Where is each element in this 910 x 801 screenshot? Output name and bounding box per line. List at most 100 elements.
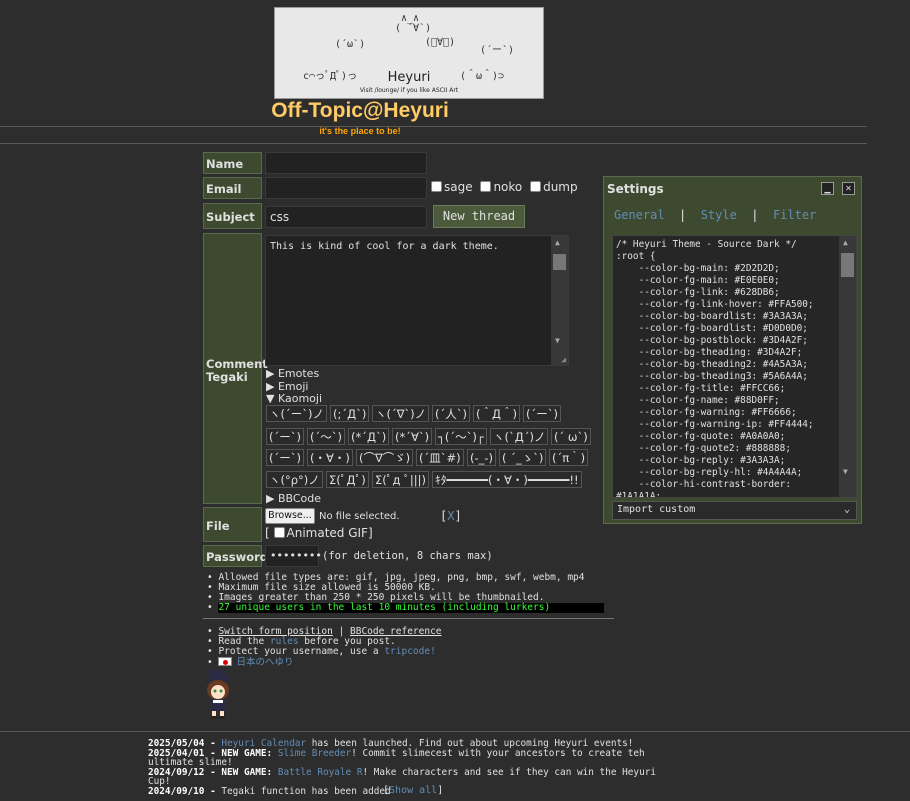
kaomoji-button[interactable]: (⌒∇⌒ゞ)	[356, 449, 414, 466]
email-options: sage noko dump	[431, 180, 578, 194]
sage-label: sage	[444, 180, 473, 194]
css-line: --color-fg-boardlist: #D0D0D0;	[616, 323, 808, 334]
kaomoji-button[interactable]: (´ー`)	[266, 428, 304, 445]
show-all-link[interactable]: Show all	[389, 785, 437, 796]
subject-input[interactable]: css	[265, 206, 427, 228]
comment-text: This is kind of cool for a dark theme.	[270, 241, 499, 252]
kaomoji-button[interactable]: (´ー`)	[266, 449, 304, 466]
file-clear-link[interactable]: X	[447, 509, 454, 523]
kaomoji-button[interactable]: (-_-)	[467, 449, 497, 466]
new-thread-button[interactable]: New thread	[433, 205, 525, 228]
import-custom-select[interactable]: Import custom ⌄	[612, 501, 857, 520]
kaomoji-button[interactable]: (´ ω`)	[551, 428, 591, 445]
scroll-up-icon[interactable]: ▲	[555, 238, 560, 247]
users-online-row: • 27 unique users in the last 10 minutes…	[207, 603, 605, 613]
emotes-label: Emotes	[277, 367, 320, 380]
kaomoji-button[interactable]: ヽ(°ρ°)ノ	[266, 471, 323, 488]
emotes-toggle[interactable]: ▶ Emotes	[266, 367, 319, 380]
tripcode-link[interactable]: tripcode!	[384, 646, 435, 657]
comment-textarea[interactable]: This is kind of cool for a dark theme. ▲…	[265, 235, 569, 366]
scroll-down-icon[interactable]: ▼	[843, 467, 848, 476]
ascii-art: ∧_∧ ( ´∀`)	[395, 13, 432, 34]
browse-button[interactable]: Browse...	[265, 508, 315, 524]
css-line: --color-fg-quote: #A0A0A0;	[616, 431, 786, 442]
news-link[interactable]: Slime Breeder	[278, 748, 351, 759]
file-label: File	[203, 507, 262, 542]
name-input[interactable]	[265, 152, 427, 174]
kaomoji-button[interactable]: (´ー`)	[523, 405, 561, 422]
tab-filter[interactable]: Filter	[773, 208, 816, 222]
rules-list: Allowed file types are: gif, jpg, jpeg, …	[207, 573, 584, 603]
kaomoji-button[interactable]: (・∀・)	[307, 449, 353, 466]
mascot-image	[206, 670, 230, 719]
kaomoji-button[interactable]: ┐(´～`)┌	[435, 428, 487, 445]
tegaki-label: Tegaki	[206, 370, 248, 384]
file-clear[interactable]: [X]	[440, 509, 462, 523]
kaomoji-button[interactable]: ｷﾀ━━━━━━(・∀・)━━━━━━!!	[432, 471, 582, 488]
divider	[203, 618, 614, 619]
email-label: Email	[203, 177, 262, 199]
noko-label: noko	[493, 180, 523, 194]
divider	[0, 143, 867, 144]
kaomoji-button[interactable]: Σ(ﾟДﾟ)	[326, 471, 369, 488]
kaomoji-button[interactable]: ヽ(´ー`)ノ	[266, 405, 327, 422]
kaomoji-button[interactable]: ヽ(`Д´)ノ	[490, 428, 549, 445]
scroll-thumb[interactable]	[841, 253, 854, 277]
tab-style[interactable]: Style	[701, 208, 737, 222]
japanese-site-link[interactable]: 日本のへゆり	[236, 657, 293, 668]
scroll-up-icon[interactable]: ▲	[843, 238, 848, 247]
css-line: /* Heyuri Theme - Source Dark */	[616, 239, 797, 250]
kaomoji-toggle[interactable]: ▼ Kaomoji	[266, 392, 322, 405]
scroll-down-icon[interactable]: ▼	[555, 336, 560, 345]
ascii-art: (´ー`)	[480, 45, 515, 56]
bbcode-label: BBCode	[277, 492, 322, 505]
scroll-thumb[interactable]	[553, 254, 566, 270]
noko-checkbox[interactable]	[480, 181, 492, 192]
css-line: --color-bg-postblock: #3D4A2F;	[616, 335, 808, 346]
kaomoji-button[interactable]: (＾Д＾)	[473, 405, 520, 422]
css-line: --color-bg-main: #2D2D2D;	[616, 263, 780, 274]
custom-css-textarea[interactable]: /* Heyuri Theme - Source Dark */:root { …	[612, 235, 857, 498]
resize-handle-icon[interactable]: ◢	[561, 355, 566, 364]
css-scrollbar[interactable]: ▲ ▼	[839, 236, 856, 497]
css-line: --color-hi-contrast-border:	[616, 479, 791, 490]
kaomoji-button[interactable]: (´～`)	[307, 428, 345, 445]
minimize-icon[interactable]: ▁	[821, 182, 834, 195]
animated-gif-label: Animated GIF	[286, 526, 368, 540]
kaomoji-button[interactable]: (*´∀`)	[392, 428, 433, 445]
kaomoji-button[interactable]: Σ(ﾟд ﾟ|||)	[372, 471, 429, 488]
animated-gif-option: [ Animated GIF]	[265, 526, 373, 540]
ascii-art: (ﾟ∀ﾟ)	[425, 37, 456, 48]
comment-label: Comment	[206, 357, 268, 371]
password-label: Password	[203, 545, 268, 567]
email-input[interactable]	[265, 177, 427, 199]
css-line: --color-bg-theading2: #4A5A3A;	[616, 359, 808, 370]
kaomoji-button[interactable]: (´人`)	[432, 405, 470, 422]
kaomoji-button[interactable]: (´π｀)	[549, 449, 589, 466]
kaomoji-label: Kaomoji	[277, 392, 323, 405]
close-icon[interactable]: ✕	[842, 182, 855, 195]
kaomoji-button[interactable]: ( ´_ゝ`)	[499, 449, 547, 466]
sage-checkbox[interactable]	[431, 181, 442, 192]
news-link[interactable]: Battle Royale R	[278, 767, 363, 778]
css-line: --color-fg-name: #88D0FF;	[616, 395, 780, 406]
comment-scrollbar[interactable]: ▲ ▼	[551, 236, 568, 365]
ascii-art: (´ω`)	[335, 39, 366, 50]
link-item: 日本のへゆり	[207, 657, 442, 668]
comment-tegaki-label: Comment Tegaki	[203, 233, 268, 504]
kaomoji-button[interactable]: (´皿`#)	[416, 449, 464, 466]
kaomoji-button[interactable]: ヽ(´∇`)ノ	[372, 405, 430, 422]
users-online: 27 unique users in the last 10 minutes (…	[218, 603, 605, 613]
banner-image[interactable]: ∧_∧ ( ´∀`) (´ω`) (ﾟ∀ﾟ) (´ー`) c⌒っﾟДﾟ)っ (＾…	[274, 7, 544, 99]
kaomoji-button[interactable]: (;´Д`)	[330, 405, 370, 422]
tab-general[interactable]: General	[614, 208, 665, 222]
dump-checkbox[interactable]	[530, 181, 542, 192]
kaomoji-button[interactable]: (*´Д`)	[348, 428, 390, 445]
css-line: --color-fg-warning-ip: #FF4444;	[616, 419, 814, 430]
password-input[interactable]: ••••••••	[265, 545, 322, 567]
css-line: --color-fg-quote2: #888888;	[616, 443, 791, 454]
animated-gif-checkbox[interactable]	[273, 527, 285, 538]
css-line: --color-bg-theading3: #5A6A4A;	[616, 371, 808, 382]
css-line: --color-bg-reply: #3A3A3A;	[616, 455, 786, 466]
bbcode-toggle[interactable]: ▶ BBCode	[266, 492, 321, 505]
